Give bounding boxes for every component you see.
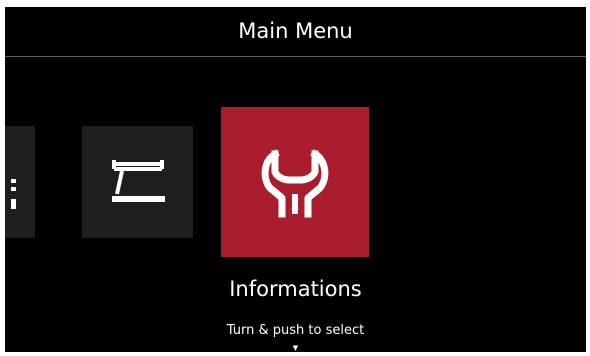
navigation-hint: Turn & push to select [226, 323, 365, 338]
list-icon [11, 179, 16, 209]
welding-torch-icon [111, 160, 165, 202]
scroll-down-arrow-icon: ▼ [292, 344, 299, 352]
menu-item-previous[interactable] [5, 126, 35, 238]
selected-item-label: Informations [229, 277, 362, 301]
wrench-icon [261, 149, 329, 218]
menu-item-informations[interactable] [221, 107, 369, 257]
menu-title: Main Menu [5, 7, 586, 57]
main-menu-screen: Main Menu Informations Turn & push to se… [5, 7, 586, 352]
menu-item-torch[interactable] [82, 126, 193, 238]
